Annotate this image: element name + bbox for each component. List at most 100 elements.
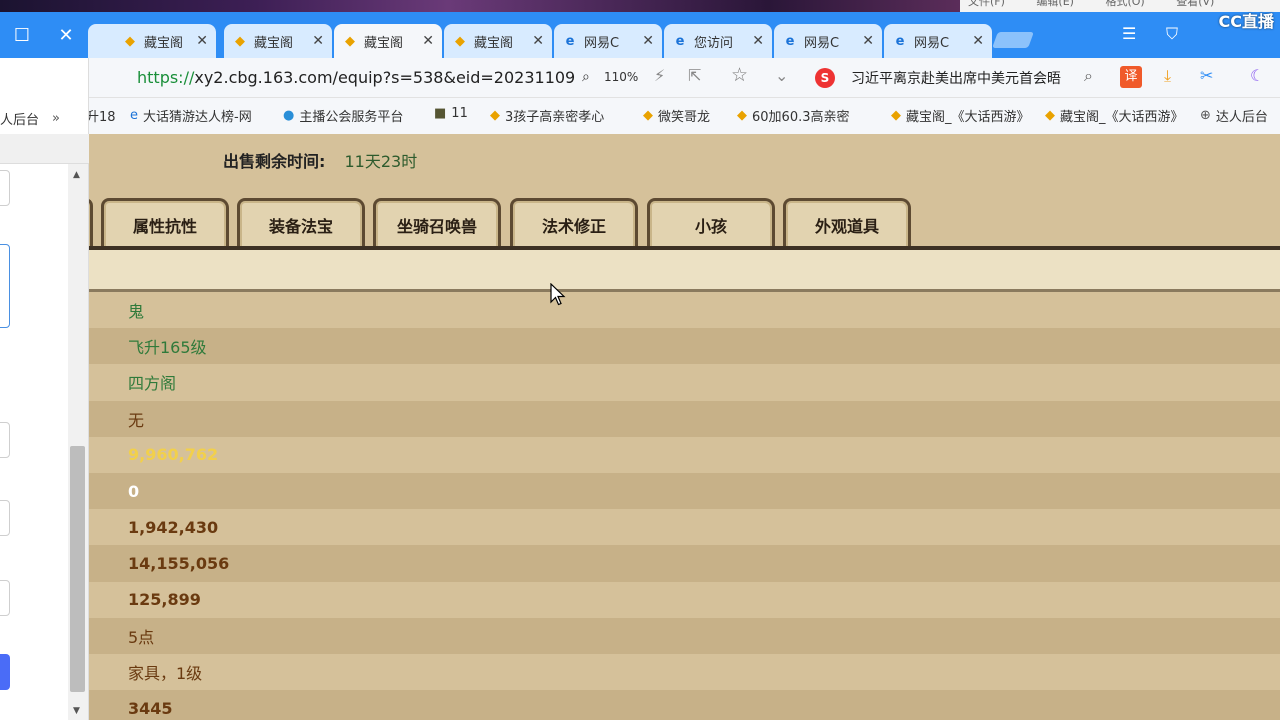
list-item: 5点 bbox=[89, 617, 1280, 654]
bookmark-label: 3孩子高亲密孝心 bbox=[505, 110, 605, 125]
tab-spell-correction[interactable]: 法术修正 bbox=[510, 198, 638, 248]
zoom-magnifier-icon[interactable]: ⌕ bbox=[582, 69, 590, 85]
menu-format[interactable]: 格式(O) bbox=[1105, 0, 1144, 8]
search-input[interactable]: 习近平离京赴美出席中美元首会晤 bbox=[851, 68, 1075, 88]
tab-close-icon[interactable]: ✕ bbox=[642, 33, 654, 49]
tab-close-icon[interactable]: ✕ bbox=[312, 33, 324, 49]
bookmark-item[interactable]: e 大话猜游达人榜-网 bbox=[130, 106, 252, 125]
url-path: xy2.cbg.163.com/equip?s=538&eid=20231109 bbox=[194, 68, 576, 87]
scissors-icon[interactable]: ✂ bbox=[1200, 66, 1213, 85]
zoom-level[interactable]: 110% bbox=[604, 70, 638, 84]
globe-icon: ● bbox=[283, 108, 295, 123]
sale-time-row: 出售剩余时间: 11天23时 bbox=[223, 148, 417, 172]
translate-button[interactable]: 译 bbox=[1120, 66, 1142, 88]
bookmark-label: 达人后台 bbox=[1215, 110, 1268, 125]
share-icon[interactable]: ⇱ bbox=[688, 66, 701, 85]
tab-title: 您访问 bbox=[694, 35, 734, 51]
scroll-down-arrow-icon[interactable]: ▼ bbox=[73, 706, 80, 716]
side-panel-bookmark[interactable]: 人后台 » bbox=[0, 109, 84, 128]
tab-mounts-pets[interactable]: 坐骑召唤兽 bbox=[373, 198, 501, 248]
tab-0[interactable]: ◆ 藏宝阁 ✕ bbox=[88, 24, 216, 58]
tab-title: 藏宝阁 bbox=[144, 35, 184, 51]
browser-e-icon: e bbox=[565, 33, 575, 49]
game-chick-icon: ◆ bbox=[643, 108, 653, 123]
tab-title: 藏宝阁 bbox=[364, 35, 404, 51]
address-url[interactable]: https://xy2.cbg.163.com/equip?s=538&eid=… bbox=[137, 68, 575, 87]
side-submit-button[interactable] bbox=[0, 654, 10, 690]
bookmark-label: 11 bbox=[451, 106, 468, 121]
tab-close-icon[interactable]: ✕ bbox=[532, 33, 544, 49]
double-chevron-right-icon[interactable]: » bbox=[52, 111, 60, 126]
game-chick-icon: ◆ bbox=[737, 108, 747, 123]
bookmark-label: 60加60.3高亲密 bbox=[752, 110, 850, 125]
bookmark-item[interactable]: ◆ 藏宝阁_《大话西游》 bbox=[891, 106, 1030, 125]
tab-close-icon[interactable]: ✕ bbox=[752, 33, 764, 49]
cc-live-logo: CC直播 bbox=[1218, 12, 1275, 31]
tab-6[interactable]: e 网易C ✕ bbox=[774, 24, 882, 58]
content-header-band bbox=[89, 250, 1280, 290]
tab-previous-partial[interactable] bbox=[89, 198, 93, 248]
globe-icon: ⊕ bbox=[1200, 108, 1211, 123]
tab-4[interactable]: e 网易C ✕ bbox=[554, 24, 662, 58]
moon-icon[interactable]: ☾ bbox=[1250, 66, 1264, 85]
scroll-up-arrow-icon[interactable]: ▲ bbox=[73, 170, 80, 180]
tab-close-icon[interactable]: ✕ bbox=[972, 33, 984, 49]
tab-2-active[interactable]: ◆ 藏宝阁 ✕ bbox=[334, 24, 442, 58]
bookmark-star-icon[interactable]: ☆ bbox=[731, 64, 748, 86]
tab-title: 网易C bbox=[914, 35, 950, 51]
menu-view[interactable]: 查看(V) bbox=[1176, 0, 1214, 8]
game-chick-icon: ◆ bbox=[455, 33, 465, 49]
tab-title: 藏宝阁 bbox=[254, 35, 294, 51]
tab-appearance-items[interactable]: 外观道具 bbox=[783, 198, 911, 248]
tab-5[interactable]: e 您访问 ✕ bbox=[664, 24, 772, 58]
tab-7[interactable]: e 网易C ✕ bbox=[884, 24, 992, 58]
bookmark-label: 主播公会服务平台 bbox=[299, 110, 404, 125]
new-tab-button[interactable] bbox=[992, 32, 1034, 48]
game-chick-icon: ◆ bbox=[891, 108, 901, 123]
tab-attributes[interactable]: 属性抗性 bbox=[101, 198, 229, 248]
restore-window-icon[interactable]: ☐ bbox=[0, 12, 44, 58]
browser-e-icon: e bbox=[675, 33, 685, 49]
skin-shirt-icon[interactable]: ⛉ bbox=[1166, 24, 1178, 44]
tab-close-icon[interactable]: ✕ bbox=[422, 33, 434, 49]
search-icon[interactable]: ⌕ bbox=[1084, 66, 1093, 86]
lightning-icon[interactable]: ⚡ bbox=[654, 66, 665, 85]
bookmark-item[interactable]: ◆ 3孩子高亲密孝心 bbox=[490, 106, 604, 125]
chevron-down-icon[interactable]: ⌄ bbox=[775, 66, 788, 85]
game-chick-icon: ◆ bbox=[235, 33, 245, 49]
bookmark-item[interactable]: ■ 11 bbox=[434, 106, 468, 121]
bookmark-item[interactable]: ● 主播公会服务平台 bbox=[283, 106, 403, 125]
url-scheme: https:// bbox=[137, 68, 195, 87]
side-bookmark-label: 人后台 bbox=[0, 113, 40, 128]
bookmark-item[interactable]: ◆ 藏宝阁_《大话西游》 bbox=[1045, 106, 1184, 125]
side-input-field[interactable] bbox=[0, 422, 10, 458]
download-icon[interactable]: ⤓ bbox=[1164, 66, 1171, 86]
menu-edit[interactable]: 编辑(E) bbox=[1036, 0, 1074, 8]
close-window-icon[interactable]: ✕ bbox=[44, 12, 88, 58]
list-item: 125,899 bbox=[89, 581, 1280, 618]
list-item: 1,942,430 bbox=[89, 509, 1280, 546]
sale-time-value: 11天23时 bbox=[344, 152, 418, 171]
side-input-field[interactable] bbox=[0, 500, 10, 536]
list-item: 飞升165级 bbox=[89, 328, 1280, 365]
tab-3[interactable]: ◆ 藏宝阁 ✕ bbox=[444, 24, 552, 58]
list-item: 3445 bbox=[89, 690, 1280, 720]
bookmark-item[interactable]: ⊕ 达人后台 bbox=[1200, 106, 1268, 125]
side-scrollbar-thumb[interactable] bbox=[70, 446, 85, 692]
side-input-field[interactable] bbox=[0, 580, 10, 616]
bookmark-item[interactable]: ◆ 60加60.3高亲密 bbox=[737, 106, 850, 125]
bookmark-item[interactable]: 升18 bbox=[86, 106, 116, 125]
tab-close-icon[interactable]: ✕ bbox=[196, 33, 208, 49]
tab-1[interactable]: ◆ 藏宝阁 ✕ bbox=[224, 24, 332, 58]
bookmark-item[interactable]: ◆ 微笑哥龙 bbox=[643, 106, 710, 125]
game-thumb-icon: ■ bbox=[434, 106, 447, 121]
list-item: 鬼 bbox=[89, 292, 1280, 329]
tab-child[interactable]: 小孩 bbox=[647, 198, 775, 248]
tab-equipment[interactable]: 装备法宝 bbox=[237, 198, 365, 248]
search-engine-logo-icon[interactable]: S bbox=[815, 68, 835, 88]
side-input-field[interactable] bbox=[0, 170, 10, 206]
menu-file[interactable]: 文件(F) bbox=[968, 0, 1005, 8]
tab-close-icon[interactable]: ✕ bbox=[862, 33, 874, 49]
side-textarea-focused[interactable] bbox=[0, 244, 10, 328]
menu-icon[interactable]: ☰ bbox=[1122, 24, 1136, 43]
